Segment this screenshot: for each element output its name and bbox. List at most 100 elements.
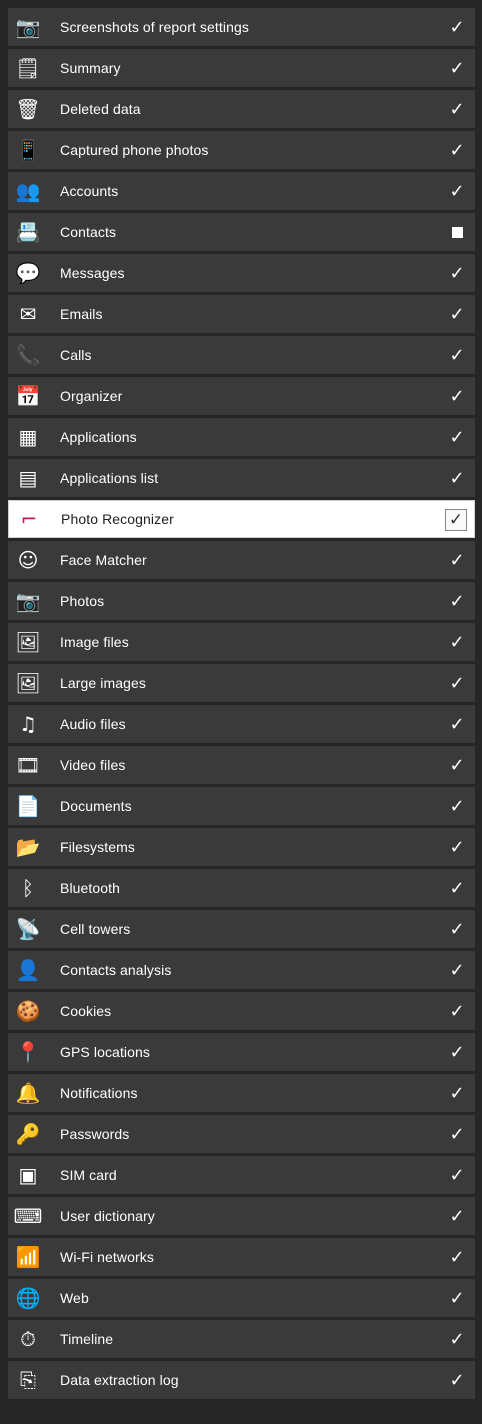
checkbox-checked[interactable]: ✓ xyxy=(447,1288,467,1309)
list-item-label: Documents xyxy=(60,798,132,814)
list-item-label: Video files xyxy=(60,757,126,773)
list-item[interactable]: 📅 Organizer ✓ xyxy=(8,377,475,415)
checkbox-checked[interactable]: ✓ xyxy=(447,878,467,899)
list-item-label: Calls xyxy=(60,347,92,363)
list-item-label: Cell towers xyxy=(60,921,131,937)
list-item[interactable]: ⏱ Timeline ✓ xyxy=(8,1320,475,1358)
report-sections-list: 📷 Screenshots of report settings ✓ 🗒 Summary… xyxy=(8,8,475,1402)
list-item[interactable]: 📷 Photos ✓ xyxy=(8,582,475,620)
checkbox-checked[interactable]: ✓ xyxy=(447,673,467,694)
list-item-label: Data extraction log xyxy=(60,1372,179,1388)
list-item-label: Messages xyxy=(60,265,125,281)
image-files-icon: 🖼 xyxy=(15,630,41,654)
sim-card-icon: ▣ xyxy=(18,1163,38,1187)
checkbox-checked[interactable]: ✓ xyxy=(447,550,467,571)
list-item[interactable]: 🗒 Summary ✓ xyxy=(8,49,475,87)
list-item[interactable]: 📄 Documents ✓ xyxy=(8,787,475,825)
checkbox-checked[interactable]: ✓ xyxy=(447,99,467,120)
list-item[interactable]: 🌐 Web ✓ xyxy=(8,1279,475,1317)
list-item-label: Filesystems xyxy=(60,839,135,855)
checkbox-checked[interactable]: ✓ xyxy=(447,427,467,448)
checkbox-checked[interactable]: ✓ xyxy=(447,1370,467,1391)
deleted-data-icon: 🗑 xyxy=(15,97,41,121)
wifi-icon: 📶 xyxy=(15,1245,41,1269)
list-item[interactable]: 📶 Wi-Fi networks ✓ xyxy=(8,1238,475,1276)
checkbox-checked[interactable]: ✓ xyxy=(447,837,467,858)
key-icon: 🔑 xyxy=(15,1122,41,1146)
bluetooth-icon: ᛒ xyxy=(22,876,34,900)
checkbox-checked[interactable]: ✓ xyxy=(445,509,467,531)
list-item[interactable]: ▦ Applications ✓ xyxy=(8,418,475,456)
checkbox-checked[interactable]: ✓ xyxy=(447,632,467,653)
list-item-label: Applications list xyxy=(60,470,159,486)
email-icon: ✉ xyxy=(19,302,37,326)
checkbox-checked[interactable]: ✓ xyxy=(447,1124,467,1145)
list-item-label: Contacts xyxy=(60,224,117,240)
list-item[interactable]: ▣ SIM card ✓ xyxy=(8,1156,475,1194)
checkbox-checked[interactable]: ✓ xyxy=(447,468,467,489)
checkbox-checked[interactable]: ✓ xyxy=(447,1206,467,1227)
checkbox-checked[interactable]: ✓ xyxy=(447,304,467,325)
folder-icon: 📂 xyxy=(15,835,41,859)
checkbox-checked[interactable]: ✓ xyxy=(447,960,467,981)
list-item-label: GPS locations xyxy=(60,1044,151,1060)
list-item[interactable]: 📱 Captured phone photos ✓ xyxy=(8,131,475,169)
list-item[interactable]: 📷 Screenshots of report settings ✓ xyxy=(8,8,475,46)
checkbox-checked[interactable]: ✓ xyxy=(447,181,467,202)
checkbox-checked[interactable]: ✓ xyxy=(447,1001,467,1022)
checkbox-unchecked[interactable] xyxy=(447,222,467,242)
list-item[interactable]: ▤ Applications list ✓ xyxy=(8,459,475,497)
list-item[interactable]: ᛒ Bluetooth ✓ xyxy=(8,869,475,907)
photo-recognizer-gun-icon: ⌐ xyxy=(20,507,38,531)
list-item[interactable]: ⌨ User dictionary ✓ xyxy=(8,1197,475,1235)
list-item[interactable]: 👥 Accounts ✓ xyxy=(8,172,475,210)
list-item-label: Accounts xyxy=(60,183,119,199)
list-item-label: Face Matcher xyxy=(60,552,147,568)
list-item[interactable]: ⎘ Data extraction log ✓ xyxy=(8,1361,475,1399)
timeline-clock-icon: ⏱ xyxy=(20,1327,36,1351)
checkbox-checked[interactable]: ✓ xyxy=(447,796,467,817)
list-item-label: Screenshots of report settings xyxy=(60,19,249,35)
face-matcher-icon: ☺ xyxy=(17,548,39,572)
checkbox-checked[interactable]: ✓ xyxy=(447,386,467,407)
list-item[interactable]: ☺ Face Matcher ✓ xyxy=(8,541,475,579)
list-item[interactable]: 🖼 Image files ✓ xyxy=(8,623,475,661)
checkbox-checked[interactable]: ✓ xyxy=(447,591,467,612)
list-item[interactable]: 📇 Contacts xyxy=(8,213,475,251)
list-item[interactable]: 🍪 Cookies ✓ xyxy=(8,992,475,1030)
checkbox-checked[interactable]: ✓ xyxy=(447,1083,467,1104)
list-item[interactable]: 💬 Messages ✓ xyxy=(8,254,475,292)
checkbox-checked[interactable]: ✓ xyxy=(447,140,467,161)
applications-list-icon: ▤ xyxy=(18,466,38,490)
checkbox-checked[interactable]: ✓ xyxy=(447,755,467,776)
list-item[interactable]: 📍 GPS locations ✓ xyxy=(8,1033,475,1071)
checkbox-checked[interactable]: ✓ xyxy=(447,1042,467,1063)
list-item[interactable]: 📡 Cell towers ✓ xyxy=(8,910,475,948)
list-item-label: Photo Recognizer xyxy=(61,511,174,527)
list-item[interactable]: 👤 Contacts analysis ✓ xyxy=(8,951,475,989)
list-item-label: Organizer xyxy=(60,388,123,404)
checkbox-checked[interactable]: ✓ xyxy=(447,1247,467,1268)
checkbox-checked[interactable]: ✓ xyxy=(447,345,467,366)
cell-tower-icon: 📡 xyxy=(15,917,41,941)
list-item-label: Emails xyxy=(60,306,103,322)
checkbox-checked[interactable]: ✓ xyxy=(447,714,467,735)
list-item[interactable]: ♫ Audio files ✓ xyxy=(8,705,475,743)
list-item-label: Bluetooth xyxy=(60,880,121,896)
list-item[interactable]: ⌐ Photo Recognizer ✓ xyxy=(8,500,475,538)
checkbox-checked[interactable]: ✓ xyxy=(447,919,467,940)
list-item[interactable]: 🔔 Notifications ✓ xyxy=(8,1074,475,1112)
list-item[interactable]: 🔑 Passwords ✓ xyxy=(8,1115,475,1153)
checkbox-checked[interactable]: ✓ xyxy=(447,1329,467,1350)
list-item[interactable]: ✉ Emails ✓ xyxy=(8,295,475,333)
list-item[interactable]: 🗑 Deleted data ✓ xyxy=(8,90,475,128)
music-note-icon: ♫ xyxy=(19,712,37,736)
list-item[interactable]: 🎞 Video files ✓ xyxy=(8,746,475,784)
list-item[interactable]: 🖼 Large images ✓ xyxy=(8,664,475,702)
checkbox-checked[interactable]: ✓ xyxy=(447,1165,467,1186)
checkbox-checked[interactable]: ✓ xyxy=(447,263,467,284)
checkbox-checked[interactable]: ✓ xyxy=(447,58,467,79)
checkbox-checked[interactable]: ✓ xyxy=(447,17,467,38)
list-item[interactable]: 📞 Calls ✓ xyxy=(8,336,475,374)
list-item[interactable]: 📂 Filesystems ✓ xyxy=(8,828,475,866)
